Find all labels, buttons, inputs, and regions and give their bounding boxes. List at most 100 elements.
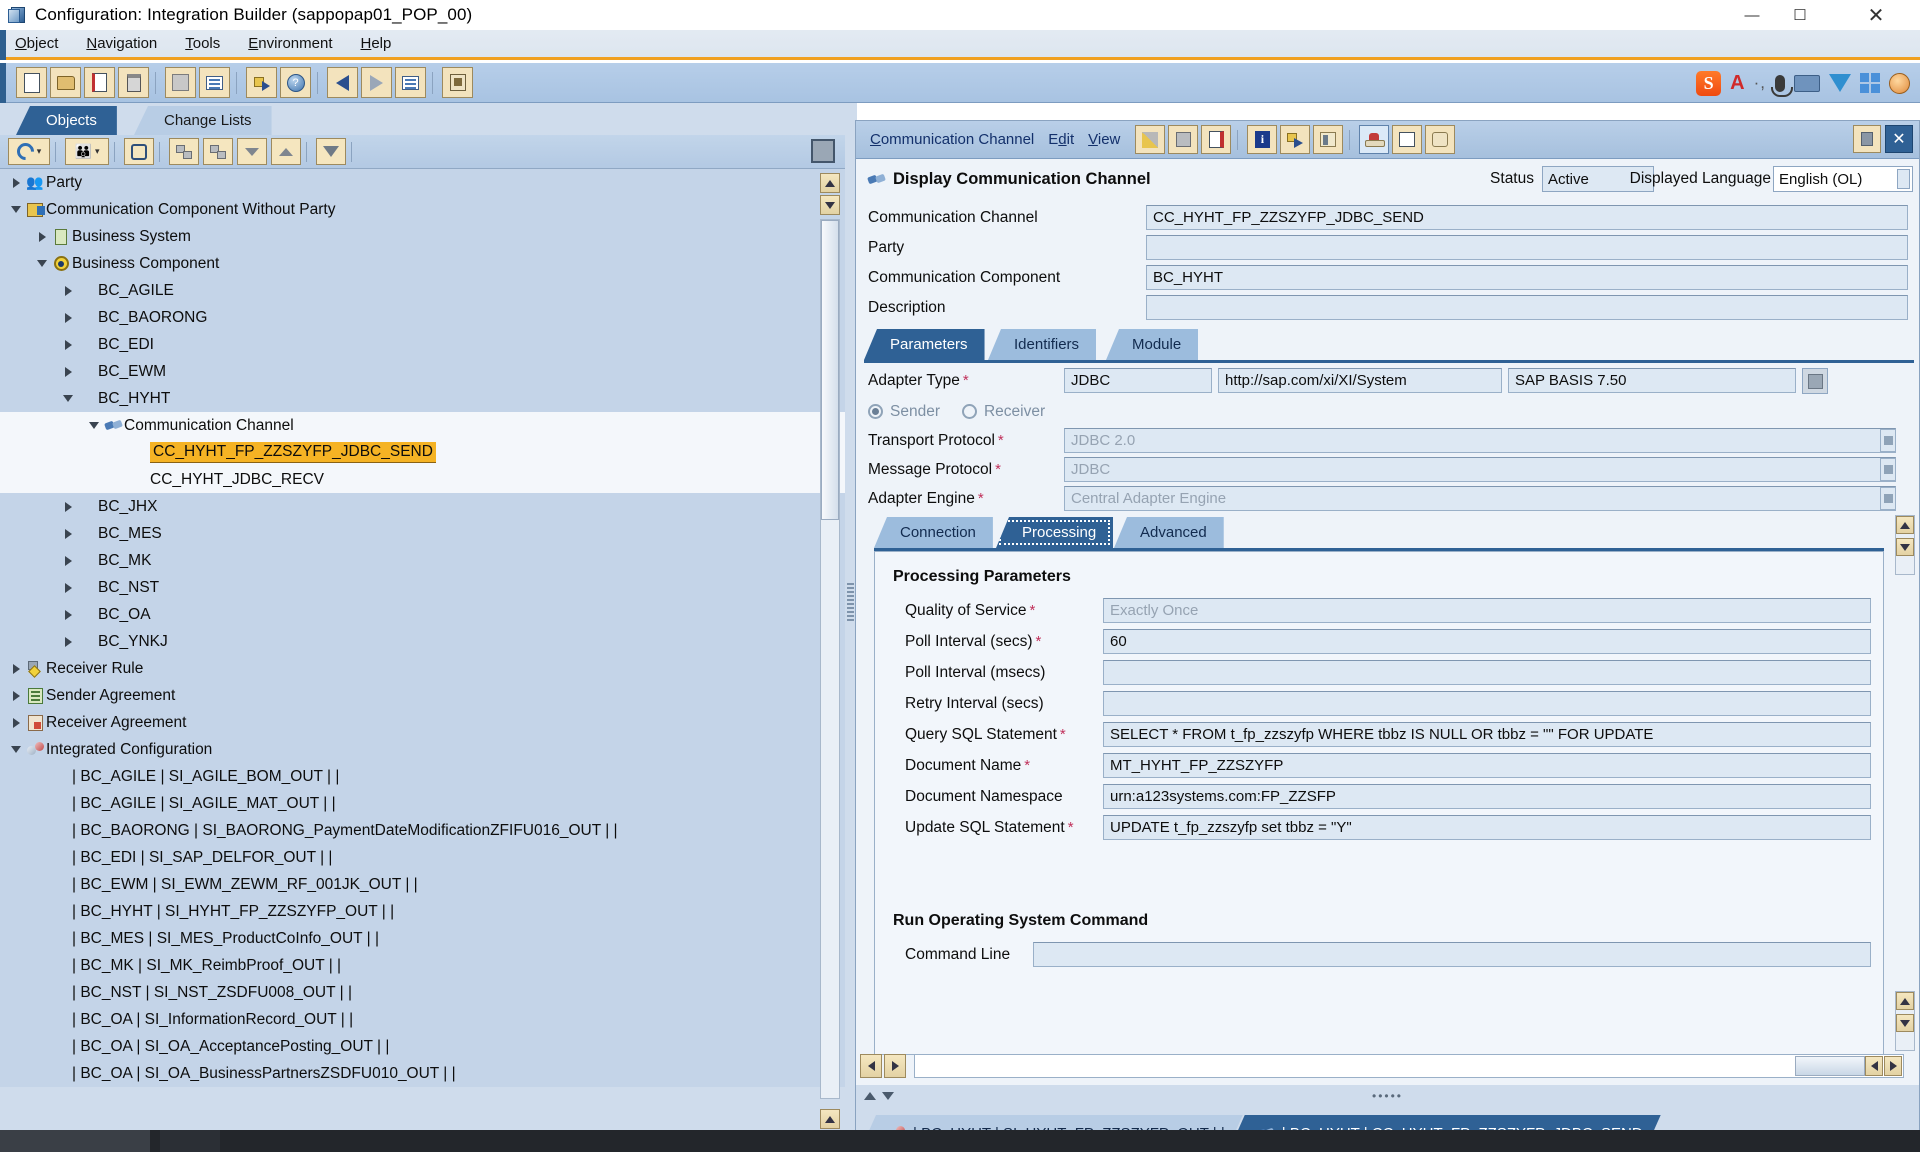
tree-item[interactable]: | BC_NST | SI_NST_ZSDFU008_OUT | |	[0, 979, 845, 1006]
chevron-down-icon-lang[interactable]	[1897, 169, 1910, 189]
horizontal-scrollbar[interactable]	[914, 1054, 1904, 1078]
maximize-button[interactable]: ☐	[1776, 0, 1824, 30]
info-button[interactable]: i	[1247, 125, 1278, 154]
processing-scrollbar[interactable]	[1895, 991, 1915, 1051]
new-button[interactable]	[16, 67, 47, 98]
processing-field-input[interactable]: SELECT * FROM t_fp_zzszyfp WHERE tbbz IS…	[1103, 722, 1871, 747]
chevron-right-icon[interactable]	[60, 502, 76, 512]
menu-navigation[interactable]: Navigation	[73, 32, 170, 55]
chevron-right-icon[interactable]	[60, 340, 76, 350]
chevron-right-icon[interactable]	[60, 583, 76, 593]
permissions-button[interactable]	[442, 67, 473, 98]
command-line-input[interactable]	[1033, 942, 1871, 967]
collapse-all-button[interactable]	[237, 138, 267, 165]
edit-button[interactable]	[1135, 125, 1166, 154]
chevron-down-icon[interactable]	[86, 422, 102, 429]
language-icon[interactable]: A	[1730, 72, 1744, 95]
save-button-right[interactable]	[1168, 125, 1199, 154]
tab-identifiers[interactable]: Identifiers	[988, 329, 1097, 360]
processing-field-input[interactable]: MT_HYHT_FP_ZZSZYFP	[1103, 753, 1871, 778]
list-button[interactable]	[395, 67, 426, 98]
close-button[interactable]: ✕	[1852, 0, 1900, 30]
menu-view[interactable]: View	[1088, 131, 1120, 148]
menu-environment[interactable]: Environment	[235, 32, 345, 55]
tree-item[interactable]: | BC_EDI | SI_SAP_DELFOR_OUT | |	[0, 844, 845, 871]
tree-item[interactable]: BC_EDI	[0, 331, 845, 358]
tree-item[interactable]: | BC_OA | SI_OA_BusinessPartnersZSDFU010…	[0, 1060, 845, 1087]
toolbox-icon[interactable]	[1829, 74, 1851, 92]
sogou-ime-icon[interactable]: S	[1696, 70, 1722, 96]
tree-item[interactable]: Business Component	[0, 250, 845, 277]
adapter-scroll-down-button[interactable]	[1896, 538, 1914, 556]
menu-object[interactable]: Object	[2, 32, 71, 55]
adapter-engine-dropdown[interactable]	[1880, 487, 1896, 510]
adapter-type-input[interactable]: JDBC	[1064, 368, 1212, 393]
tree-item[interactable]: CC_HYHT_FP_ZZSZYFP_JDBC_SEND	[0, 439, 845, 466]
tree-item[interactable]: BC_EWM	[0, 358, 845, 385]
search-button[interactable]	[124, 138, 154, 165]
processing-scroll-down-button[interactable]	[1896, 1014, 1914, 1032]
tree-item[interactable]: Integrated Configuration	[0, 736, 845, 763]
delete-button[interactable]	[118, 67, 149, 98]
tree-item[interactable]: BC_YNKJ	[0, 628, 845, 655]
tree-item[interactable]: Communication Channel	[0, 412, 845, 439]
expand-all-button[interactable]	[271, 138, 301, 165]
minimize-button[interactable]: —	[1728, 0, 1776, 30]
back-button[interactable]	[327, 67, 358, 98]
chevron-right-icon[interactable]	[34, 232, 50, 242]
tree-item[interactable]: | BC_HYHT | SI_HYHT_FP_ZZSZYFP_OUT | |	[0, 898, 845, 925]
tree-item[interactable]: BC_AGILE	[0, 277, 845, 304]
transport-protocol-dropdown[interactable]	[1880, 429, 1896, 452]
tree-item[interactable]: Communication Component Without Party	[0, 196, 845, 223]
where-used-button-right[interactable]	[1313, 125, 1344, 154]
horizontal-scrollbar-thumb[interactable]	[1795, 1056, 1865, 1076]
tree-item[interactable]: | BC_MK | SI_MK_ReimbProof_OUT | |	[0, 952, 845, 979]
save-button[interactable]	[165, 67, 196, 98]
processing-field-input[interactable]: urn:a123systems.com:FP_ZZSFP	[1103, 784, 1871, 809]
tree-item[interactable]: | BC_OA | SI_OA_AcceptancePosting_OUT | …	[0, 1033, 845, 1060]
chevron-down-icon[interactable]	[8, 746, 24, 753]
expand-down-button[interactable]	[169, 138, 199, 165]
tree-scrollbar-thumb[interactable]	[821, 220, 839, 520]
description-input[interactable]	[1146, 295, 1908, 320]
message-protocol-input[interactable]: JDBC	[1064, 457, 1896, 482]
scroll-button[interactable]	[1425, 125, 1456, 154]
adapter-scrollbar[interactable]	[1895, 515, 1915, 575]
tab-advanced[interactable]: Advanced	[1114, 517, 1224, 548]
copy-button[interactable]	[84, 67, 115, 98]
tree-item[interactable]: BC_OA	[0, 601, 845, 628]
chevron-right-icon[interactable]	[60, 313, 76, 323]
processing-field-input[interactable]: 60	[1103, 629, 1871, 654]
tree-item[interactable]: | BC_OA | SI_InformationRecord_OUT | |	[0, 1006, 845, 1033]
dock-up-icon[interactable]	[864, 1092, 876, 1100]
tree-item[interactable]: BC_BAORONG	[0, 304, 845, 331]
hscroll-left-button[interactable]	[860, 1054, 882, 1078]
processing-field-input[interactable]: Exactly Once	[1103, 598, 1871, 623]
tree-item[interactable]: Receiver Agreement	[0, 709, 845, 736]
tree-item[interactable]: 👥 Party	[0, 169, 845, 196]
tree-item[interactable]: | BC_AGILE | SI_AGILE_MAT_OUT | |	[0, 790, 845, 817]
ime-menu-icon[interactable]: ·,	[1754, 73, 1766, 93]
adapter-engine-input[interactable]: Central Adapter Engine	[1064, 486, 1896, 511]
tab-connection[interactable]: Connection	[874, 517, 993, 548]
tab-parameters[interactable]: Parameters	[864, 329, 985, 360]
pin-button[interactable]	[1853, 125, 1881, 153]
processing-field-input[interactable]: UPDATE t_fp_zzszyfp set tbbz = "Y"	[1103, 815, 1871, 840]
menu-help[interactable]: Help	[348, 32, 405, 55]
message-protocol-dropdown[interactable]	[1880, 458, 1896, 481]
table-button[interactable]	[1392, 125, 1423, 154]
chevron-right-icon[interactable]	[60, 529, 76, 539]
tree-item[interactable]: | BC_MES | SI_MES_ProductCoInfo_OUT | |	[0, 925, 845, 952]
tree-item[interactable]: BC_MK	[0, 547, 845, 574]
communication-channel-input[interactable]: CC_HYHT_FP_ZZSZYFP_JDBC_SEND	[1146, 205, 1908, 230]
chevron-down-icon[interactable]	[34, 260, 50, 267]
hat-button[interactable]	[1359, 125, 1390, 154]
tree-item[interactable]: | BC_BAORONG | SI_BAORONG_PaymentDateMod…	[0, 817, 845, 844]
tree-item[interactable]: Sender Agreement	[0, 682, 845, 709]
refresh-button[interactable]: ▾	[8, 138, 50, 165]
tab-change-lists[interactable]: Change Lists	[134, 106, 272, 135]
chevron-right-icon[interactable]	[60, 367, 76, 377]
open-button[interactable]	[50, 67, 81, 98]
chevron-right-icon[interactable]	[8, 664, 24, 674]
chevron-right-icon[interactable]	[60, 610, 76, 620]
